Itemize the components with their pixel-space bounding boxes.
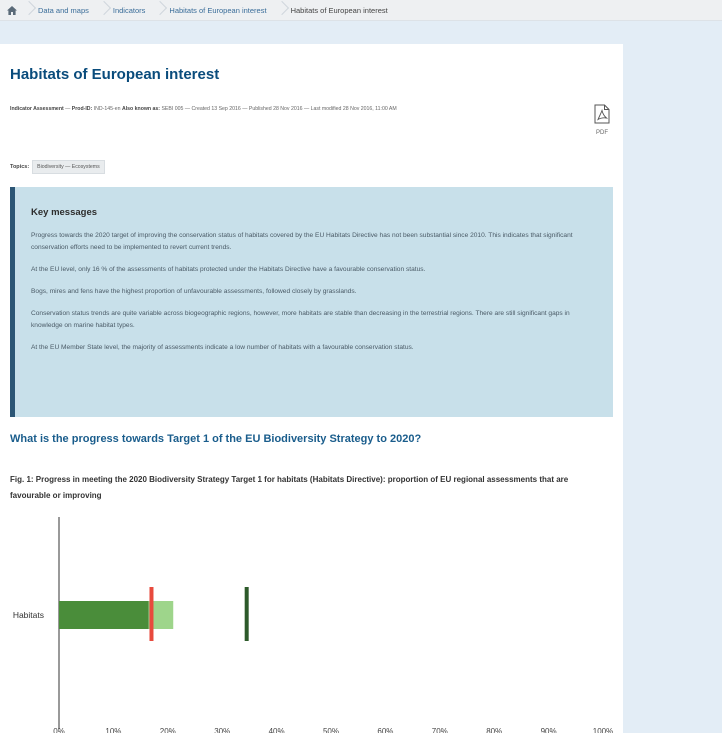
progress-chart: Habitats 0% 10% 20% 30% 40% 50% 60% 70% 80% 90% 100… (13, 517, 613, 733)
key-messages: Key messages Progress towards the 2020 t… (10, 187, 613, 417)
aka-label: Also known as: (121, 106, 161, 112)
category-label: Habitats (13, 610, 44, 620)
x-tick-label: 0% (53, 727, 65, 733)
x-tick-label: 100% (593, 727, 613, 733)
prod-id-label: Prod-ID: (71, 106, 93, 112)
x-tick-label: 30% (214, 727, 230, 733)
bar-segment-1 (59, 601, 149, 629)
type-label: Indicator Assessment (10, 106, 64, 112)
x-tick-label: 50% (323, 727, 339, 733)
key-message: At the EU level, only 16 % of the assess… (31, 266, 426, 273)
document-metadata: Indicator Assessment — Prod-ID: IND-145-… (10, 106, 397, 112)
x-tick-label: 80% (486, 727, 502, 733)
key-message: Bogs, mires and fens have the highest pr… (31, 288, 357, 295)
x-tick-label: 40% (269, 727, 285, 733)
breadcrumb-indicators[interactable]: Indicators (99, 0, 156, 20)
pdf-label: PDF (596, 130, 608, 136)
breadcrumb: Data and maps Indicators Habitats of Eur… (0, 0, 722, 21)
prod-id-value: IND-145-en (92, 106, 122, 112)
pdf-download[interactable]: PDF (591, 104, 613, 136)
x-tick-label: 10% (105, 727, 121, 733)
x-tick-label: 60% (377, 727, 393, 733)
topic-tag[interactable]: Biodiversity — Ecosystems (32, 160, 105, 174)
aka-value: SEBI 005 (160, 106, 185, 112)
section-title: What is the progress towards Target 1 of… (10, 433, 422, 445)
breadcrumb-habitats-parent[interactable]: Habitats of European interest (155, 0, 276, 20)
x-tick-label: 70% (432, 727, 448, 733)
key-message: At the EU Member State level, the majori… (31, 344, 414, 351)
x-tick-label: 20% (160, 727, 176, 733)
home-icon[interactable] (0, 0, 24, 20)
pdf-icon (594, 104, 610, 124)
dates: — Created 13 Sep 2016 — Published 28 Nov… (184, 106, 397, 112)
topics-label: Topics: (10, 164, 30, 170)
breadcrumb-current: Habitats of European interest (277, 0, 398, 20)
figure-caption: Fig. 1: Progress in meeting the 2020 Bio… (10, 475, 569, 500)
marker-2 (244, 587, 249, 641)
x-tick-label: 90% (541, 727, 557, 733)
breadcrumb-data-and-maps[interactable]: Data and maps (24, 0, 99, 20)
key-messages-title: Key messages (31, 207, 98, 218)
key-message: Conservation status trends are quite var… (31, 310, 570, 329)
key-message: Progress towards the 2020 target of impr… (31, 232, 573, 251)
page-title: Habitats of European interest (10, 66, 220, 83)
marker-1 (149, 587, 154, 641)
topics: Topics: Biodiversity — Ecosystems (10, 160, 105, 174)
